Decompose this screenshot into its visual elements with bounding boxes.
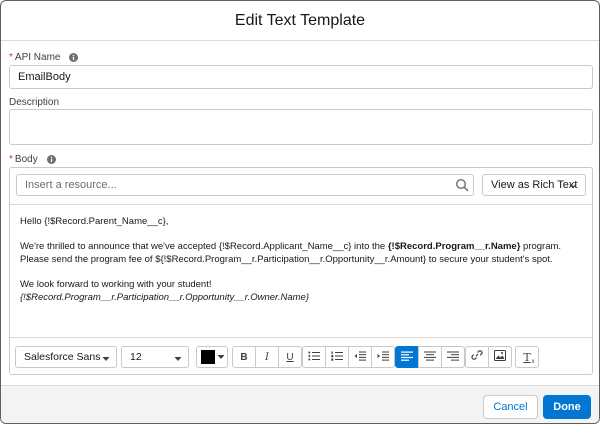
align-right-icon <box>447 348 459 366</box>
font-family-select[interactable]: Salesforce Sans <box>15 346 117 368</box>
clear-format-icon: T x <box>523 350 535 365</box>
required-marker: * <box>9 154 13 165</box>
body-rich-text-editor: Insert a resource... View as Rich Text H… <box>9 167 593 375</box>
description-label: Description <box>9 97 60 108</box>
description-textarea[interactable] <box>9 109 593 145</box>
clear-format-label: T <box>523 350 531 364</box>
body-paragraph: We're thrilled to announce that we've ac… <box>20 240 584 267</box>
resource-search-input[interactable]: Insert a resource... <box>16 174 474 196</box>
decrease-indent-icon <box>354 348 366 366</box>
align-center-icon <box>424 348 436 366</box>
italic-label: I <box>265 351 269 363</box>
italic-button[interactable]: I <box>255 346 279 368</box>
image-icon <box>494 348 506 366</box>
info-icon[interactable] <box>46 155 56 164</box>
font-size-value: 12 <box>130 351 142 363</box>
resource-search-placeholder: Insert a resource... <box>25 179 117 191</box>
owner-name-text: {!$Record.Program__r.Participation__r.Op… <box>20 292 310 303</box>
program-name-merge-field: {!$Record.Program__r.Name} <box>387 240 521 252</box>
editor-content-area[interactable]: Hello {!$Record.Parent_Name__c}, We're t… <box>10 204 592 338</box>
bulleted-list-icon <box>308 348 320 366</box>
text-color-swatch <box>201 350 215 364</box>
info-icon[interactable] <box>69 53 79 62</box>
underline-label: U <box>286 351 294 363</box>
body-text-part-1: We're thrilled to announce that we've ac… <box>20 240 388 252</box>
modal-title: Edit Text Template <box>234 11 366 29</box>
search-icon <box>455 178 469 192</box>
clear-formatting-button[interactable]: T x <box>515 346 539 368</box>
underline-button[interactable]: U <box>278 346 302 368</box>
bold-button[interactable]: B <box>232 346 256 368</box>
align-right-button[interactable] <box>441 346 465 368</box>
increase-indent-button[interactable] <box>371 346 395 368</box>
owner-name-merge-field: {!$Record.Program__r.Participation__r.Op… <box>20 291 584 305</box>
chevron-down-icon <box>217 353 225 361</box>
api-name-label: API Name <box>14 52 61 63</box>
closing-line: We look forward to working with your stu… <box>20 278 212 290</box>
cancel-button[interactable]: Cancel <box>483 395 538 419</box>
greeting-line: Hello {!$Record.Parent_Name__c}, <box>20 216 169 227</box>
description-label-row: Description <box>9 97 59 108</box>
view-mode-select[interactable]: View as Rich Text <box>482 174 586 196</box>
done-button[interactable]: Done <box>543 395 591 419</box>
api-name-label-row: * API Name <box>9 52 79 63</box>
numbered-list-button[interactable] <box>325 346 349 368</box>
insert-image-button[interactable] <box>488 346 512 368</box>
numbered-list-icon <box>331 348 343 366</box>
chevron-down-icon <box>174 354 182 362</box>
insert-link-button[interactable] <box>465 346 489 368</box>
api-name-value: EmailBody <box>18 71 71 83</box>
edit-text-template-modal: Edit Text Template * API Name EmailBody … <box>0 0 600 424</box>
align-center-button[interactable] <box>418 346 442 368</box>
bulleted-list-button[interactable] <box>302 346 326 368</box>
link-icon <box>471 348 483 366</box>
increase-indent-icon <box>377 348 389 366</box>
chevron-down-icon <box>102 354 110 362</box>
font-size-select[interactable]: 12 <box>121 346 189 368</box>
required-marker: * <box>9 52 13 63</box>
chevron-down-icon <box>569 181 577 189</box>
modal-header: Edit Text Template <box>1 1 599 41</box>
formatting-toolbar: Salesforce Sans 12 B I U T x <box>10 339 592 374</box>
text-color-picker[interactable] <box>196 346 228 368</box>
modal-footer: Cancel Done <box>1 385 599 423</box>
align-left-icon <box>401 348 413 366</box>
bold-label: B <box>240 351 248 363</box>
font-family-value: Salesforce Sans <box>24 351 101 363</box>
decrease-indent-button[interactable] <box>348 346 372 368</box>
view-mode-value: View as Rich Text <box>491 179 578 191</box>
body-label-row: * Body <box>9 154 56 165</box>
body-label: Body <box>14 154 38 165</box>
align-left-button[interactable] <box>395 346 419 368</box>
api-name-input[interactable]: EmailBody <box>9 65 593 89</box>
